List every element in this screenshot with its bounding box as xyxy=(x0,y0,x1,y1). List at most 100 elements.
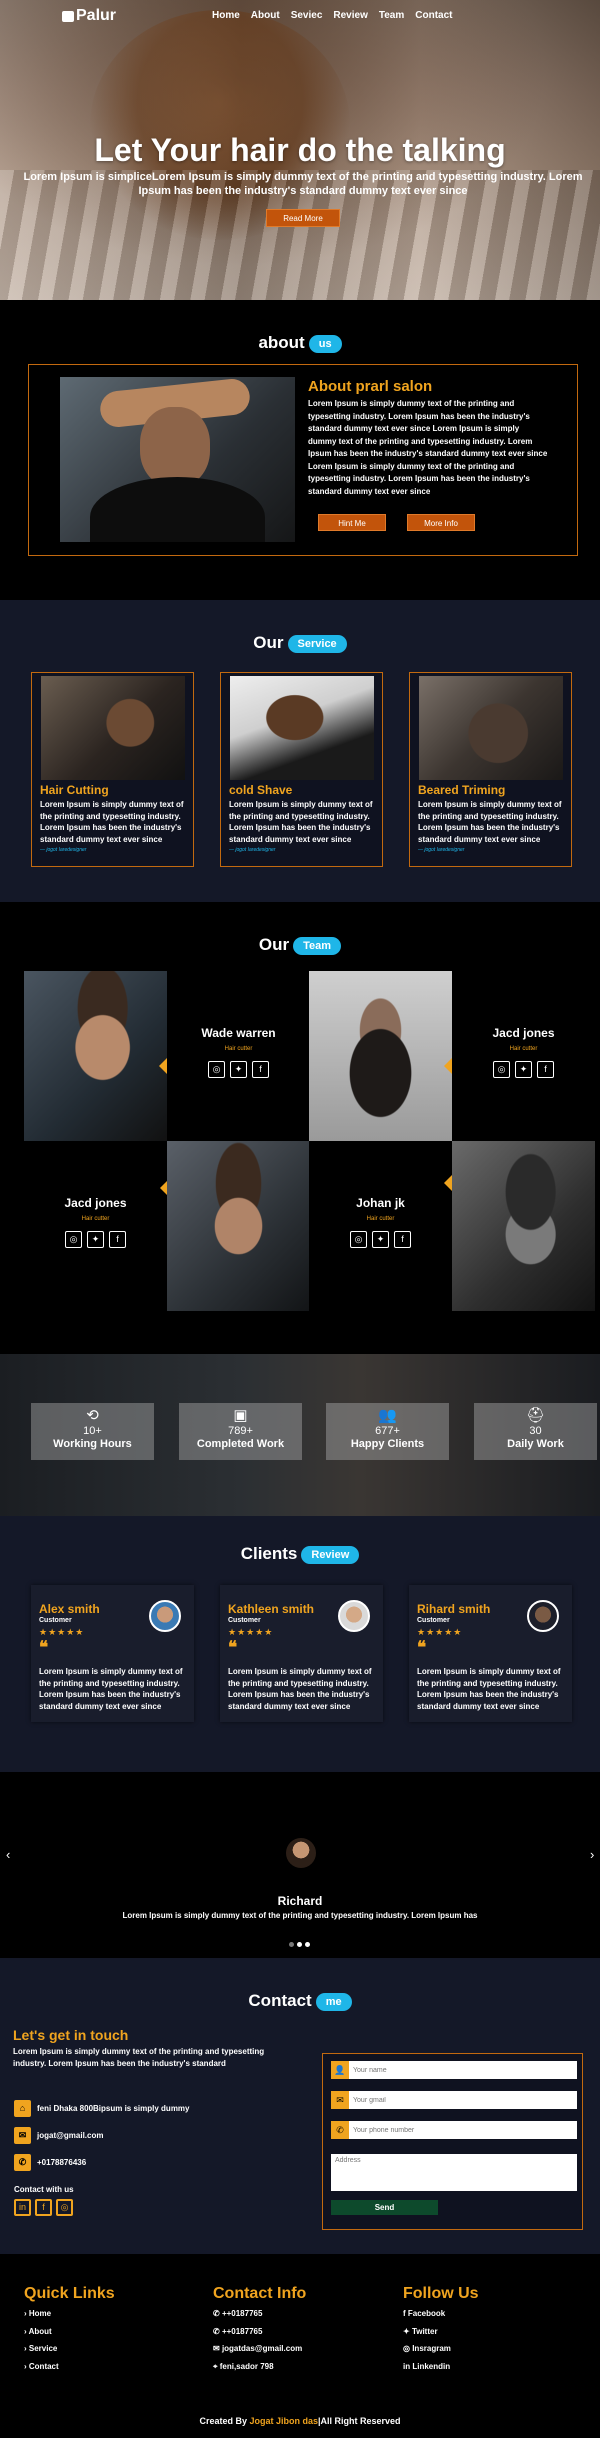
service-card-author: — jogot Iaredesigner xyxy=(229,847,276,853)
nav-item-home[interactable]: Home xyxy=(212,10,240,21)
contact-title: Let's get in touch xyxy=(13,2027,129,2043)
testimonial-avatar xyxy=(286,1838,316,1868)
twitter-icon[interactable]: ✦ xyxy=(230,1061,247,1078)
carousel-dot-active[interactable] xyxy=(297,1942,302,1947)
contact-text: Lorem Ipsum is simply dummy text of the … xyxy=(13,2047,265,2068)
pointer-arrow xyxy=(444,1175,452,1191)
email-input[interactable] xyxy=(349,2092,569,2108)
service-card-hair-cutting[interactable]: Hair Cutting Lorem Ipsum is simply dummy… xyxy=(31,672,194,867)
name-input[interactable] xyxy=(349,2062,569,2078)
prev-arrow-icon[interactable]: ‹ xyxy=(6,1847,10,1862)
team-photo-johan xyxy=(452,1141,595,1311)
instagram-icon[interactable]: ◎ xyxy=(493,1061,510,1078)
clients-pill: Review xyxy=(301,1545,360,1564)
instagram-icon[interactable]: ◎ xyxy=(350,1231,367,1248)
team-member-role: Hair cutter xyxy=(366,1216,395,1222)
nav-item-about[interactable]: About xyxy=(251,10,280,21)
client-head xyxy=(140,407,210,487)
copyright-author[interactable]: Jogat Jibon das xyxy=(249,2416,318,2426)
contact-email[interactable]: ✉ jogat@gmail.com xyxy=(14,2127,103,2144)
service-card-beared-triming[interactable]: Beared Triming Lorem Ipsum is simply dum… xyxy=(409,672,572,867)
footer-link-home[interactable]: › Home xyxy=(24,2309,115,2327)
logo[interactable]: Palur xyxy=(62,7,116,25)
instagram-icon[interactable]: ◎ xyxy=(65,1231,82,1248)
name-field: 👤 xyxy=(331,2061,577,2079)
stat-number: 789+ xyxy=(228,1425,253,1437)
instagram-icon[interactable]: ◎ xyxy=(56,2199,73,2216)
facebook-icon[interactable]: f xyxy=(35,2199,52,2216)
history-icon: ⟲ xyxy=(86,1407,99,1424)
avatar xyxy=(527,1600,559,1632)
footer-twitter[interactable]: ✦ Twitter xyxy=(403,2327,479,2345)
contact-phone[interactable]: ✆ +0178876436 xyxy=(14,2154,86,2171)
phone-input[interactable] xyxy=(349,2122,569,2138)
footer-linkedin[interactable]: in Linkendin xyxy=(403,2362,479,2380)
footer-link-label: About xyxy=(28,2326,52,2336)
footer-link-contact[interactable]: › Contact xyxy=(24,2362,115,2380)
facebook-icon[interactable]: f xyxy=(394,1231,411,1248)
contact-form: 👤 ✉ ✆ Send xyxy=(322,2053,583,2230)
service-image-cold-shave xyxy=(230,676,374,780)
about-pill: us xyxy=(308,334,342,353)
footer-info-text: ++0187765 xyxy=(221,2309,263,2318)
clients-heading-text: Clients xyxy=(240,1544,298,1563)
team-card-jacd-1: Jacd jones Hair cutter ◎ ✦ f xyxy=(452,971,595,1141)
read-more-button[interactable]: Read More xyxy=(266,209,340,227)
footer-phone-2: ✆ ++0187765 xyxy=(213,2326,263,2336)
copyright: Created By Jogat Jibon das|All Right Res… xyxy=(0,2416,600,2426)
star-rating: ★★★★★ xyxy=(417,1627,463,1637)
nav-item-review[interactable]: Review xyxy=(333,10,367,21)
linkedin-icon[interactable]: in xyxy=(14,2199,31,2216)
team-heading: Our Team xyxy=(0,935,600,955)
service-image-hair-cutting xyxy=(41,676,185,780)
carousel-dot[interactable] xyxy=(289,1942,294,1947)
client-cape xyxy=(90,477,265,542)
team-card-wade: Wade warren Hair cutter ◎ ✦ f xyxy=(167,971,310,1141)
instagram-icon[interactable]: ◎ xyxy=(208,1061,225,1078)
footer-link-about[interactable]: › About xyxy=(24,2327,115,2345)
stat-completed-work: ▣ 789+ Completed Work xyxy=(179,1403,302,1460)
twitter-icon[interactable]: ✦ xyxy=(515,1061,532,1078)
carousel-dot[interactable] xyxy=(305,1942,310,1947)
service-card-title: cold Shave xyxy=(229,783,293,797)
location-icon: ⌂ xyxy=(14,2100,31,2117)
footer-address: ⌖ feni,sador 798 xyxy=(213,2361,274,2371)
reviewer-name: Alex smith xyxy=(39,1602,100,1616)
stat-label: Happy Clients xyxy=(350,1438,425,1450)
nav-item-team[interactable]: Team xyxy=(379,10,404,21)
facebook-icon[interactable]: f xyxy=(109,1231,126,1248)
team-card-jacd-2: Jacd jones Hair cutter ◎ ✦ f xyxy=(24,1141,167,1311)
next-arrow-icon[interactable]: › xyxy=(590,1847,594,1862)
footer-contact-info: Contact Info ✆ ++0187765 ✆ ++0187765 ✉ j… xyxy=(213,2285,306,2379)
team-member-role: Hair cutter xyxy=(224,1046,253,1052)
logo-icon xyxy=(62,10,74,22)
nav-item-contact[interactable]: Contact xyxy=(415,10,452,21)
team-member-role: Hair cutter xyxy=(81,1216,110,1222)
more-info-button[interactable]: More Info xyxy=(407,514,475,531)
testimonial-text: Lorem Ipsum is simply dummy text of the … xyxy=(122,1911,478,1920)
star-rating: ★★★★★ xyxy=(39,1627,85,1637)
team-member-name: Johan jk xyxy=(356,1196,405,1210)
footer-email[interactable]: ✉ jogatdas@gmail.com xyxy=(213,2344,306,2362)
footer-facebook[interactable]: f Facebook xyxy=(403,2309,479,2327)
stat-number: 10+ xyxy=(83,1425,102,1437)
about-heading-text: about xyxy=(258,333,305,352)
send-button[interactable]: Send xyxy=(331,2200,438,2215)
footer-instagram[interactable]: ◎ Insragram xyxy=(403,2344,479,2362)
twitter-icon[interactable]: ✦ xyxy=(87,1231,104,1248)
footer-link-service[interactable]: › Service xyxy=(24,2344,115,2362)
facebook-icon[interactable]: f xyxy=(252,1061,269,1078)
team-heading-text: Our xyxy=(258,935,290,954)
facebook-icon[interactable]: f xyxy=(537,1061,554,1078)
nav-menu: Home About Seviec Review Team Contact xyxy=(212,10,452,21)
footer-info-text: feni,sador 798 xyxy=(219,2361,274,2371)
hint-me-button[interactable]: Hint Me xyxy=(318,514,386,531)
address-textarea[interactable] xyxy=(331,2154,577,2191)
nav-item-service[interactable]: Seviec xyxy=(291,10,323,21)
service-card-cold-shave[interactable]: cold Shave Lorem Ipsum is simply dummy t… xyxy=(220,672,383,867)
contact-address: ⌂ feni Dhaka 800Bipsum is simply dummy xyxy=(14,2100,190,2117)
reviewer-type: Customer xyxy=(39,1617,72,1624)
reviewer-type: Customer xyxy=(228,1617,261,1624)
twitter-icon[interactable]: ✦ xyxy=(372,1231,389,1248)
footer-info-text: jogatdas@gmail.com xyxy=(221,2344,303,2353)
